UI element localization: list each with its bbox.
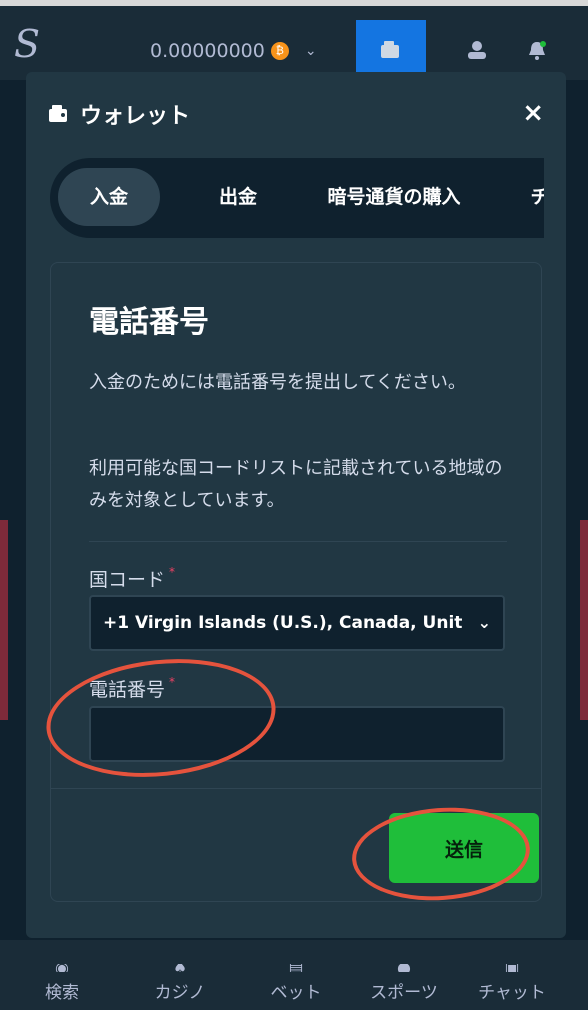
- country-code-select[interactable]: +1 Virgin Islands (U.S.), Canada, United…: [89, 595, 505, 651]
- chevron-down-icon: ⌄: [304, 43, 317, 59]
- country-code-label: 国コード *: [89, 565, 176, 591]
- bitcoin-icon: ₿: [270, 42, 289, 60]
- wallet-icon: [381, 41, 399, 58]
- phone-verification-card: 電話番号 入金のためには電話番号を提出してください。 利用可能な国コードリストに…: [50, 262, 542, 902]
- card-footer-divider: [51, 788, 541, 789]
- tab-more[interactable]: チ: [520, 168, 544, 226]
- nav-bet[interactable]: ▤ベット: [246, 964, 346, 1003]
- close-icon[interactable]: ×: [522, 98, 544, 128]
- wallet-modal: ウォレット × 入金 出金 暗号通貨の購入 チ 電話番号 入金のためには電話番号…: [26, 72, 566, 938]
- modal-title-text: ウォレット: [80, 104, 191, 129]
- wallet-tabs: 入金 出金 暗号通貨の購入 チ: [50, 158, 544, 238]
- tab-buy-crypto[interactable]: 暗号通貨の購入: [306, 168, 482, 226]
- balance-amount: 0.00000000: [150, 40, 265, 62]
- chat-icon: ▣: [462, 964, 562, 972]
- description-text-1: 入金のためには電話番号を提出してください。: [89, 372, 466, 393]
- divider: [89, 541, 507, 542]
- card-heading: 電話番号: [89, 305, 209, 340]
- modal-title: ウォレット: [48, 98, 190, 130]
- country-code-value: +1 Virgin Islands (U.S.), Canada, United: [103, 613, 463, 633]
- user-icon[interactable]: [466, 40, 488, 65]
- wallet-icon: [49, 105, 67, 122]
- bell-icon[interactable]: [526, 40, 548, 67]
- tab-deposit[interactable]: 入金: [58, 168, 160, 226]
- nav-chat[interactable]: ▣チャット: [462, 964, 562, 1003]
- casino-icon: ♠: [130, 964, 230, 972]
- balance-selector[interactable]: 0.00000000 ₿ ⌄: [150, 40, 317, 62]
- background-banner-right: [580, 520, 588, 720]
- search-icon: ◉: [12, 964, 112, 972]
- nav-search[interactable]: ◉検索: [12, 964, 112, 1003]
- chevron-down-icon: ⌄: [477, 613, 491, 632]
- background-banner-left: [0, 520, 8, 720]
- bottom-nav: ◉検索 ♠カジノ ▤ベット ●スポーツ ▣チャット: [0, 940, 588, 1010]
- sports-icon: ●: [354, 964, 454, 972]
- wallet-button[interactable]: [356, 20, 426, 80]
- nav-casino[interactable]: ♠カジノ: [130, 964, 230, 1003]
- stake-logo[interactable]: S: [14, 24, 40, 64]
- tab-withdraw[interactable]: 出金: [188, 168, 288, 226]
- top-bar: S 0.00000000 ₿ ⌄: [0, 0, 588, 80]
- betslip-icon: ▤: [246, 964, 346, 972]
- nav-sports[interactable]: ●スポーツ: [354, 964, 454, 1003]
- description-text-2: 利用可能な国コードリストに記載されている地域のみを対象としています。: [89, 458, 503, 511]
- required-mark: *: [169, 565, 176, 579]
- modal-header: ウォレット ×: [26, 72, 566, 152]
